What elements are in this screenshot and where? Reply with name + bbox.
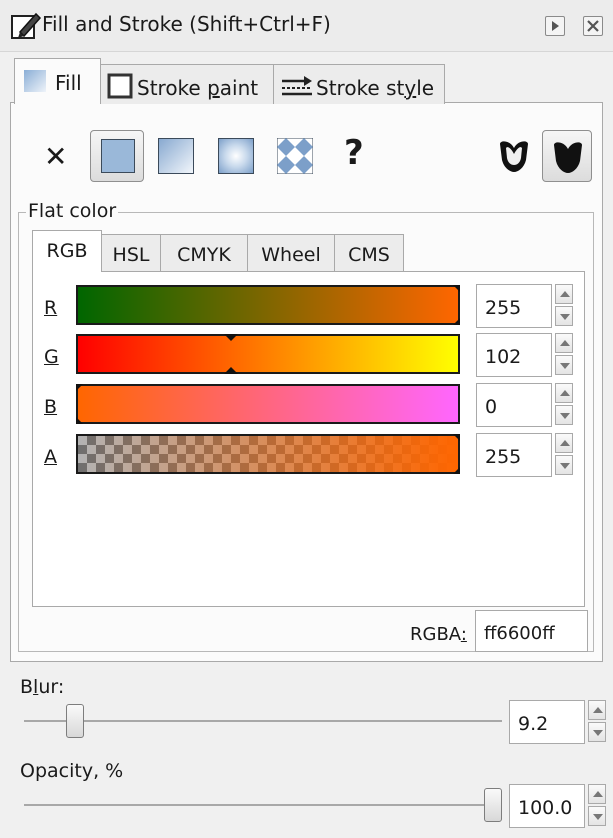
spin-up-icon[interactable]: [555, 333, 573, 353]
alpha-value-input[interactable]: 255: [476, 433, 552, 477]
tab-hsl-label: HSL: [112, 244, 150, 266]
blur-value-input[interactable]: 9.2: [509, 700, 585, 744]
stroke-style-icon: [282, 76, 312, 96]
green-slider-marker: [224, 367, 238, 374]
blur-slider-thumb[interactable]: [66, 704, 85, 738]
no-paint-icon[interactable]: ✕: [44, 140, 67, 173]
opacity-label: Opacity, %: [20, 760, 124, 782]
tab-cmyk[interactable]: CMYK: [160, 234, 248, 272]
spin-down-icon[interactable]: [588, 722, 606, 742]
spin-down-icon[interactable]: [555, 405, 573, 425]
green-slider-marker: [224, 334, 238, 341]
stroke-paint-icon: [107, 73, 133, 99]
flat-color-label: Flat color: [26, 200, 119, 222]
flat-color-button[interactable]: [90, 130, 144, 182]
spin-up-icon[interactable]: [588, 784, 606, 804]
spin-up-icon[interactable]: [555, 284, 573, 304]
tab-cms-label: CMS: [348, 244, 390, 266]
tab-cms[interactable]: CMS: [334, 234, 404, 272]
channel-label-b: B: [44, 396, 58, 418]
blue-slider[interactable]: [76, 384, 460, 424]
blur-slider-track[interactable]: [24, 720, 502, 722]
fill-gradient-icon: [24, 70, 46, 92]
spin-up-icon[interactable]: [588, 700, 606, 720]
tab-stroke-paint-label: Stroke paint: [137, 76, 259, 100]
tab-stroke-paint[interactable]: Stroke paint: [100, 64, 274, 104]
nonzero-fill-rule-icon: [554, 142, 582, 173]
rgba-input[interactable]: ff6600ff: [475, 610, 588, 652]
blue-value-input[interactable]: 0: [476, 383, 552, 427]
linear-gradient-icon: [158, 138, 194, 174]
radial-gradient-button[interactable]: [210, 130, 264, 182]
opacity-slider-track[interactable]: [24, 804, 502, 806]
red-slider-marker: [453, 285, 460, 292]
tab-stroke-style-label: Stroke style: [316, 76, 435, 100]
blur-spinner[interactable]: [588, 700, 608, 744]
tab-wheel[interactable]: Wheel: [247, 234, 335, 272]
linear-gradient-button[interactable]: [150, 130, 204, 182]
channel-label-r: R: [44, 297, 58, 319]
tab-cmyk-label: CMYK: [177, 244, 231, 266]
blue-slider-marker: [76, 384, 83, 391]
fill-stroke-pen-icon: [11, 12, 42, 39]
alpha-slider-marker: [453, 467, 460, 474]
green-slider[interactable]: [76, 334, 460, 374]
alpha-spinner[interactable]: [555, 433, 575, 477]
nonzero-fill-rule-button[interactable]: [542, 130, 592, 182]
opacity-value-input[interactable]: 100.0: [509, 784, 585, 828]
blue-slider-marker: [76, 417, 83, 424]
spin-down-icon[interactable]: [555, 455, 573, 475]
blur-label: Blur:: [20, 676, 65, 698]
channel-label-g: G: [44, 346, 59, 368]
spin-down-icon[interactable]: [588, 806, 606, 826]
radial-gradient-icon: [218, 138, 254, 174]
red-slider-marker: [453, 318, 460, 325]
flat-color-icon: [101, 139, 135, 173]
tab-rgb[interactable]: RGB: [32, 230, 102, 272]
evenodd-fill-rule-icon[interactable]: [496, 138, 532, 174]
channel-label-a: A: [44, 446, 57, 468]
green-spinner[interactable]: [555, 333, 575, 377]
green-value-input[interactable]: 102: [476, 333, 552, 377]
blue-spinner[interactable]: [555, 383, 575, 427]
spin-down-icon[interactable]: [555, 306, 573, 326]
tab-hsl[interactable]: HSL: [101, 234, 161, 272]
window-title: Fill and Stroke (Shift+Ctrl+F): [42, 12, 331, 36]
spin-down-icon[interactable]: [555, 355, 573, 375]
unset-paint-icon[interactable]: ?: [344, 133, 364, 173]
pattern-icon: [277, 138, 313, 174]
tab-wheel-label: Wheel: [261, 244, 321, 266]
opacity-spinner[interactable]: [588, 784, 608, 828]
dock-arrow-icon[interactable]: [545, 16, 565, 36]
tab-stroke-style[interactable]: Stroke style: [273, 64, 445, 104]
tab-fill-label: Fill: [55, 71, 82, 95]
red-slider[interactable]: [76, 285, 460, 325]
tab-rgb-label: RGB: [46, 240, 88, 262]
opacity-slider-thumb[interactable]: [484, 788, 502, 822]
pattern-button[interactable]: [268, 130, 322, 182]
red-value-input[interactable]: 255: [476, 284, 552, 328]
red-spinner[interactable]: [555, 284, 575, 328]
spin-up-icon[interactable]: [555, 383, 573, 403]
alpha-slider-marker: [453, 434, 460, 441]
alpha-slider[interactable]: [76, 434, 460, 474]
spin-up-icon[interactable]: [555, 433, 573, 453]
tab-fill[interactable]: Fill: [14, 58, 101, 104]
close-icon[interactable]: [583, 16, 603, 36]
rgba-label: RGBA:: [410, 624, 467, 645]
